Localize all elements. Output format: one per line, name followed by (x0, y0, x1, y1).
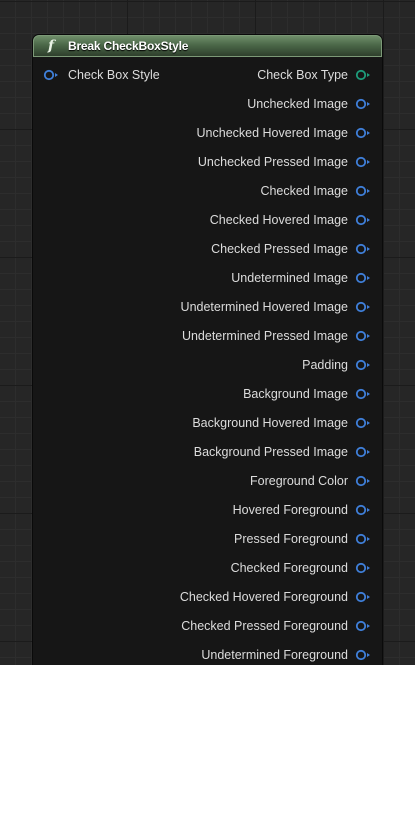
output-pin-label: Checked Image (260, 184, 348, 198)
output-pin-label: Background Image (243, 387, 348, 401)
output-pin-label: Unchecked Pressed Image (197, 155, 348, 169)
output-pin-label: Undetermined Hovered Image (180, 300, 348, 314)
output-pin-label: Undetermined Image (231, 271, 348, 285)
output-pin-label: Unchecked Image (247, 97, 348, 111)
output-pin-row[interactable]: Check Box Type (257, 65, 371, 85)
output-pin-icon[interactable] (355, 417, 371, 429)
output-pin-row[interactable]: Checked Pressed Foreground (181, 616, 371, 636)
output-pin-icon[interactable] (355, 214, 371, 226)
output-pin-icon[interactable] (355, 504, 371, 516)
output-pin-row[interactable]: Foreground Color (250, 471, 371, 491)
output-pin-icon[interactable] (355, 185, 371, 197)
output-pin-label: Background Hovered Image (192, 416, 348, 430)
output-pin-row[interactable]: Checked Hovered Foreground (180, 587, 371, 607)
output-pin-label: Unchecked Hovered Image (196, 126, 348, 140)
output-pin-label: Checked Pressed Image (211, 242, 348, 256)
output-pin-label: Checked Hovered Foreground (179, 590, 348, 604)
output-pin-label: Checked Pressed Foreground (181, 619, 348, 633)
blueprint-graph-canvas[interactable]: f Break CheckBoxStyle Check Box Style Che… (0, 0, 415, 665)
output-pin-icon[interactable] (355, 301, 371, 313)
output-pin-row[interactable]: Undetermined Pressed Image (182, 326, 371, 346)
output-pin-icon[interactable] (355, 243, 371, 255)
output-pin-label: Checked Hovered Image (209, 213, 348, 227)
output-pin-row[interactable]: Background Pressed Image (194, 442, 371, 462)
output-pin-label: Pressed Foreground (234, 532, 348, 546)
input-pin-label: Check Box Style (68, 68, 160, 82)
output-pin-row[interactable]: Undetermined Foreground (201, 645, 371, 665)
output-pin-icon[interactable] (355, 562, 371, 574)
output-pin-label: Hovered Foreground (232, 503, 348, 517)
output-pin-icon[interactable] (355, 475, 371, 487)
output-pin-row[interactable]: Checked Pressed Image (211, 239, 371, 259)
output-pin-row[interactable]: Padding (302, 355, 371, 375)
output-pin-icon[interactable] (355, 272, 371, 284)
output-pin-icon[interactable] (355, 533, 371, 545)
output-pin-icon[interactable] (355, 591, 371, 603)
input-pin-row[interactable]: Check Box Style (43, 65, 160, 85)
output-pin-row[interactable]: Pressed Foreground (234, 529, 371, 549)
output-pin-row[interactable]: Checked Hovered Image (210, 210, 371, 230)
output-pin-row[interactable]: Checked Image (260, 181, 371, 201)
output-pin-icon[interactable] (355, 388, 371, 400)
output-pin-icon[interactable] (355, 98, 371, 110)
output-pin-label: Foreground Color (250, 474, 348, 488)
node-title: Break CheckBoxStyle (68, 39, 189, 53)
output-pin-icon[interactable] (355, 156, 371, 168)
output-pin-row[interactable]: Undetermined Hovered Image (181, 297, 371, 317)
output-pin-icon[interactable] (355, 359, 371, 371)
output-pin-icon[interactable] (355, 446, 371, 458)
output-pin-icon[interactable] (355, 330, 371, 342)
output-pin-label: Check Box Type (257, 68, 348, 82)
output-pin-icon[interactable] (355, 620, 371, 632)
output-pin-label: Padding (302, 358, 348, 372)
input-pin-icon[interactable] (43, 69, 59, 81)
node-header[interactable]: f Break CheckBoxStyle (33, 35, 382, 57)
output-pin-row[interactable]: Background Image (243, 384, 371, 404)
output-pin-row[interactable]: Checked Foreground (231, 558, 371, 578)
break-checkboxstyle-node[interactable]: f Break CheckBoxStyle Check Box Style Che… (33, 35, 382, 665)
output-pin-row[interactable]: Hovered Foreground (233, 500, 371, 520)
output-pin-row[interactable]: Undetermined Image (231, 268, 371, 288)
output-pin-label: Undetermined Pressed Image (181, 329, 348, 343)
output-pin-label: Background Pressed Image (193, 445, 348, 459)
output-pin-row[interactable]: Unchecked Hovered Image (197, 123, 371, 143)
output-pin-label: Checked Foreground (230, 561, 348, 575)
output-pin-row[interactable]: Unchecked Pressed Image (198, 152, 371, 172)
output-pin-row[interactable]: Background Hovered Image (192, 413, 371, 433)
output-pin-icon[interactable] (355, 127, 371, 139)
output-pin-icon[interactable] (355, 649, 371, 661)
output-pin-row[interactable]: Unchecked Image (247, 94, 371, 114)
output-pin-icon[interactable] (355, 69, 371, 81)
output-pin-label: Undetermined Foreground (201, 648, 348, 662)
function-icon: f (48, 38, 55, 54)
